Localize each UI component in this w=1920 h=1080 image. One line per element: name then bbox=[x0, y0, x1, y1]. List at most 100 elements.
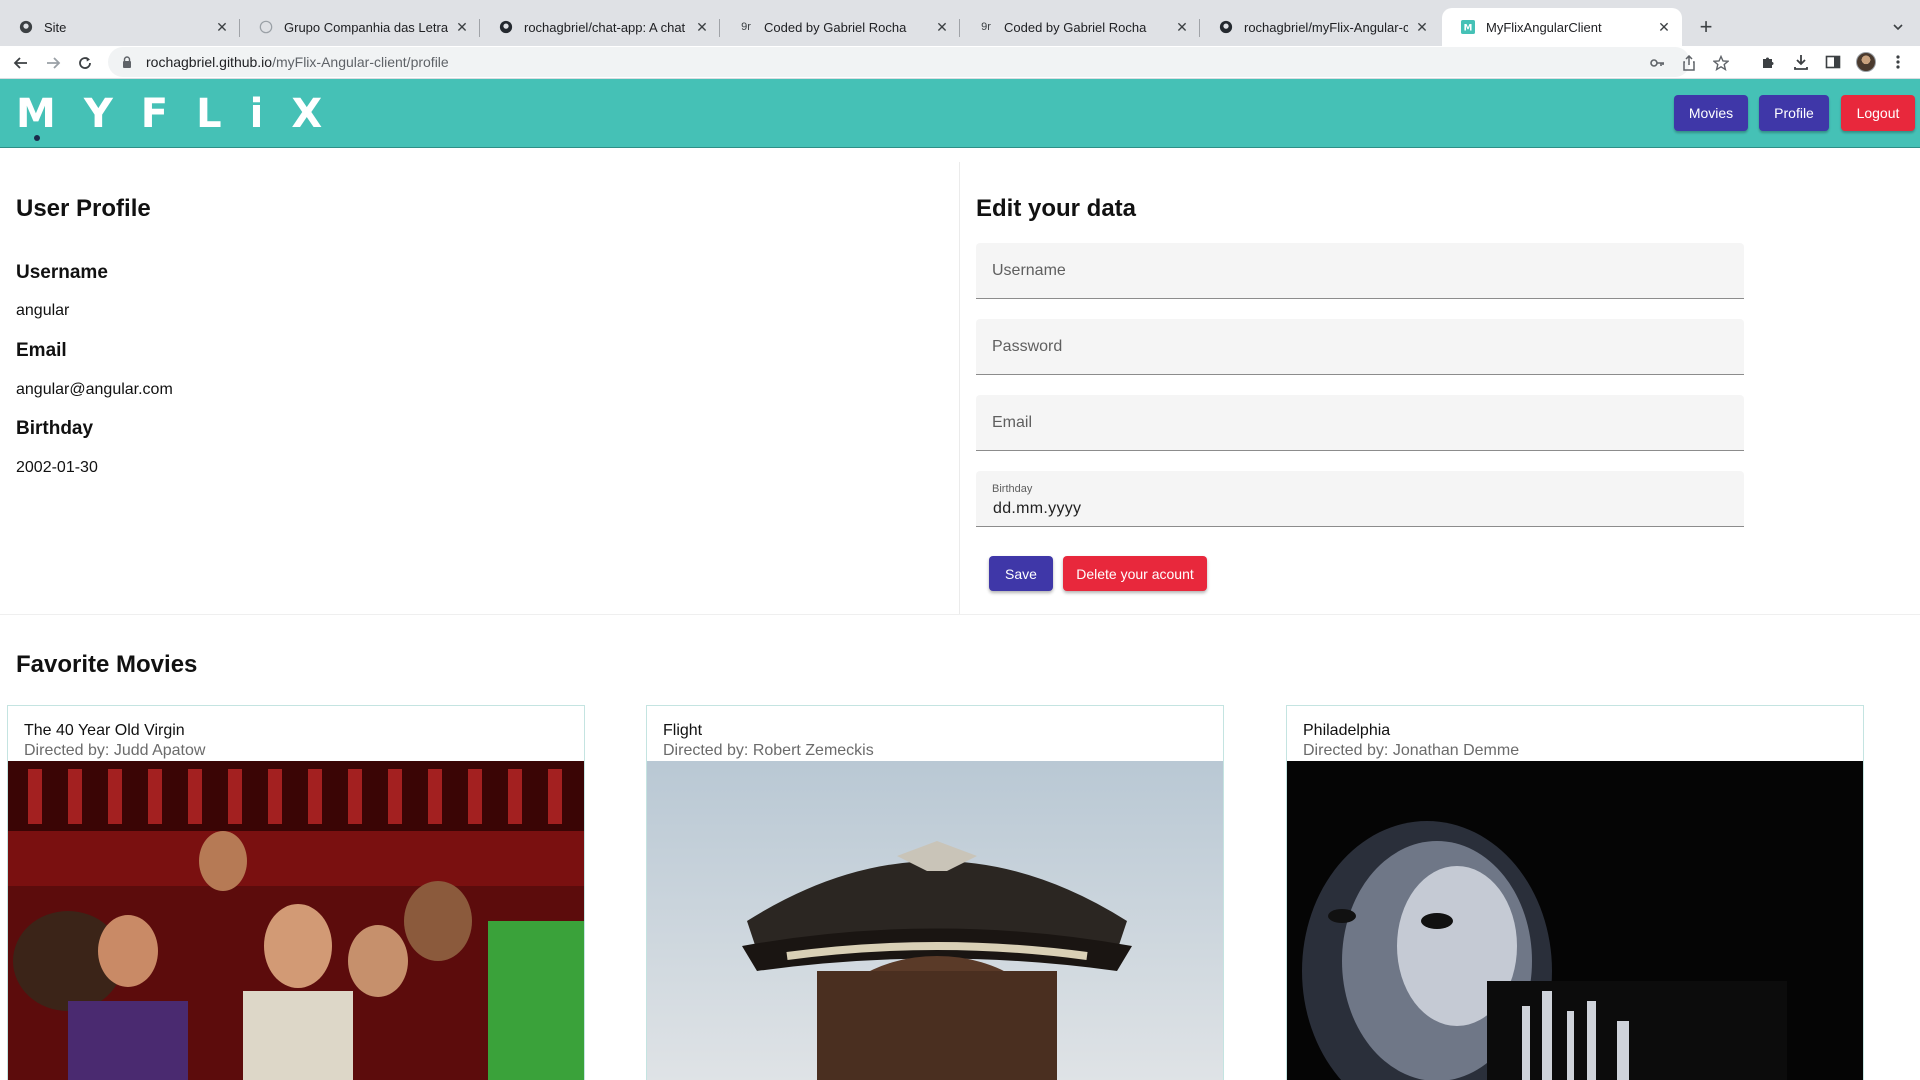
logo-letter: i bbox=[249, 91, 264, 137]
delete-account-button[interactable]: Delete your acount bbox=[1063, 556, 1207, 591]
movies-nav-button[interactable]: Movies bbox=[1674, 95, 1748, 131]
tab-close-icon[interactable]: ✕ bbox=[1414, 19, 1430, 35]
username-field[interactable] bbox=[976, 243, 1744, 299]
address-bar[interactable]: rochagbriel.github.io/myFlix-Angular-cli… bbox=[108, 47, 1729, 77]
tab-title: Coded by Gabriel Rocha bbox=[1004, 19, 1147, 35]
arrow-left-icon bbox=[13, 57, 27, 69]
gr-logo-icon: 9r bbox=[981, 21, 991, 33]
tab-title: MyFlixAngularClient bbox=[1486, 19, 1602, 35]
logo-letter: M bbox=[16, 94, 56, 141]
tab-title: Grupo Companhia das Letras bbox=[284, 19, 448, 35]
logout-button[interactable]: Logout bbox=[1841, 95, 1915, 131]
chevron-down-icon bbox=[1893, 24, 1903, 31]
browser-tab[interactable]: 9r Coded by Gabriel Rocha ✕ bbox=[960, 8, 1200, 46]
url-host: rochagbriel.github.io bbox=[146, 54, 273, 70]
birthday-field[interactable]: Birthday dd.mm.yyyy bbox=[976, 471, 1744, 527]
share-icon[interactable] bbox=[1678, 52, 1700, 74]
email-field[interactable] bbox=[976, 395, 1744, 451]
birthday-value: 2002-01-30 bbox=[16, 459, 98, 476]
logo-letter: F bbox=[140, 91, 169, 137]
tab-close-icon[interactable]: ✕ bbox=[1656, 19, 1672, 35]
username-value: angular bbox=[16, 302, 70, 319]
app-header: M Y F L i X Movies Profile Logout bbox=[0, 79, 1920, 148]
myflix-m-icon: M bbox=[1460, 19, 1476, 35]
myflix-logo[interactable]: M Y F L i X bbox=[16, 91, 323, 141]
gr-logo-icon: 9r bbox=[741, 21, 751, 33]
kebab-menu-icon bbox=[1896, 55, 1900, 69]
movie-card[interactable]: The 40 Year Old Virgin Directed by: Judd… bbox=[7, 705, 585, 1080]
tab-close-icon[interactable]: ✕ bbox=[934, 19, 950, 35]
arrow-right-icon bbox=[47, 57, 61, 69]
browser-tab-strip: Site ✕ Grupo Companhia das Letras ✕ roch… bbox=[0, 0, 1920, 46]
email-input[interactable] bbox=[976, 395, 1744, 450]
plus-icon: + bbox=[1699, 14, 1713, 39]
movie-title: Flight bbox=[663, 722, 703, 739]
browser-tab-active[interactable]: M MyFlixAngularClient ✕ bbox=[1442, 8, 1682, 46]
password-input[interactable] bbox=[976, 319, 1744, 374]
puzzle-icon[interactable] bbox=[1757, 51, 1779, 73]
back-button[interactable] bbox=[8, 50, 34, 76]
movie-director: Directed by: Robert Zemeckis bbox=[663, 742, 874, 759]
email-value: angular@angular.com bbox=[16, 381, 173, 398]
lock-icon bbox=[122, 55, 136, 69]
avatar-icon bbox=[1856, 52, 1876, 72]
edit-title: Edit your data bbox=[976, 195, 1137, 222]
tab-close-icon[interactable]: ✕ bbox=[454, 19, 470, 35]
globe-icon bbox=[258, 19, 274, 35]
reload-icon bbox=[79, 57, 91, 69]
movie-director: Directed by: Judd Apatow bbox=[24, 742, 206, 759]
username-label: Username bbox=[16, 262, 108, 283]
forward-button[interactable] bbox=[40, 50, 66, 76]
star-icon[interactable] bbox=[1710, 52, 1732, 74]
github-icon bbox=[498, 19, 514, 35]
svg-text:M: M bbox=[1464, 24, 1473, 34]
movie-poster-image[interactable] bbox=[647, 761, 1223, 1080]
username-input[interactable] bbox=[976, 243, 1744, 298]
logo-letter: L bbox=[196, 91, 222, 137]
browser-toolbar: rochagbriel.github.io/myFlix-Angular-cli… bbox=[0, 46, 1920, 79]
section-separator bbox=[0, 614, 1920, 615]
tab-title: Site bbox=[44, 19, 67, 35]
section-divider bbox=[959, 162, 960, 614]
movie-title: Philadelphia bbox=[1303, 722, 1391, 739]
tab-close-icon[interactable]: ✕ bbox=[1174, 19, 1190, 35]
side-panel-icon[interactable] bbox=[1822, 51, 1844, 73]
logo-letter: Y bbox=[83, 91, 113, 137]
email-label: Email bbox=[16, 340, 67, 361]
browser-menu-button[interactable] bbox=[1887, 51, 1909, 73]
reload-button[interactable] bbox=[72, 50, 98, 76]
tab-search-button[interactable] bbox=[1884, 13, 1912, 41]
download-icon[interactable] bbox=[1790, 51, 1812, 73]
movie-poster-image[interactable] bbox=[1287, 761, 1863, 1080]
new-tab-button[interactable]: + bbox=[1692, 13, 1720, 41]
save-button[interactable]: Save bbox=[989, 556, 1053, 591]
browser-tab[interactable]: Site ✕ bbox=[0, 8, 240, 46]
movie-card[interactable]: Flight Directed by: Robert Zemeckis bbox=[646, 705, 1224, 1080]
browser-tab[interactable]: Grupo Companhia das Letras ✕ bbox=[240, 8, 480, 46]
key-icon[interactable] bbox=[1646, 52, 1668, 74]
profile-title: User Profile bbox=[16, 195, 151, 222]
tab-title: Coded by Gabriel Rocha bbox=[764, 19, 907, 35]
birthday-label: Birthday bbox=[16, 418, 94, 439]
browser-tab[interactable]: rochagbriel/chat-app: A chat a ✕ bbox=[480, 8, 720, 46]
birthday-date-input[interactable]: dd.mm.yyyy bbox=[993, 500, 1081, 518]
browser-tab[interactable]: 9r Coded by Gabriel Rocha ✕ bbox=[720, 8, 960, 46]
birthday-field-label: Birthday bbox=[992, 483, 1033, 495]
tab-close-icon[interactable]: ✕ bbox=[694, 19, 710, 35]
movie-title: The 40 Year Old Virgin bbox=[24, 722, 185, 739]
password-field[interactable] bbox=[976, 319, 1744, 375]
favorites-title: Favorite Movies bbox=[16, 651, 198, 678]
tab-close-icon[interactable]: ✕ bbox=[214, 19, 230, 35]
url-path: /myFlix-Angular-client/profile bbox=[272, 54, 449, 70]
movie-poster-image[interactable] bbox=[8, 761, 584, 1080]
movie-card[interactable]: Philadelphia Directed by: Jonathan Demme bbox=[1286, 705, 1864, 1080]
logo-letter: X bbox=[291, 91, 323, 137]
github-icon bbox=[18, 19, 34, 35]
profile-avatar[interactable] bbox=[1855, 51, 1877, 73]
tab-title: rochagbriel/myFlix-Angular-cli bbox=[1244, 19, 1408, 35]
browser-tab[interactable]: rochagbriel/myFlix-Angular-cli ✕ bbox=[1200, 8, 1440, 46]
github-icon bbox=[1218, 19, 1234, 35]
profile-nav-button[interactable]: Profile bbox=[1759, 95, 1829, 131]
movie-director: Directed by: Jonathan Demme bbox=[1303, 742, 1520, 759]
tab-title: rochagbriel/chat-app: A chat a bbox=[524, 19, 688, 35]
